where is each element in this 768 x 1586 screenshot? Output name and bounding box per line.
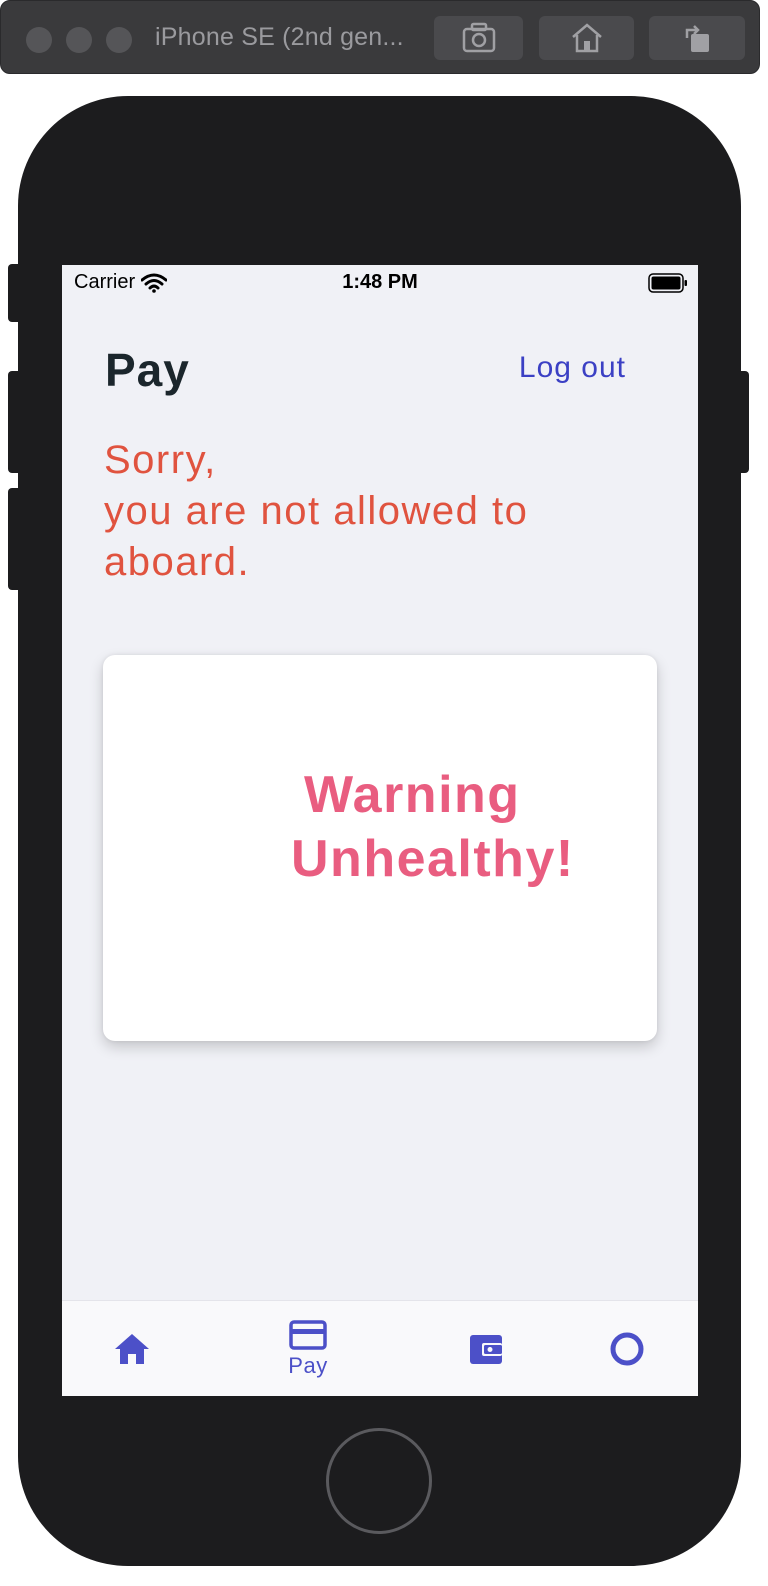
denied-message-line: Sorry, (104, 438, 217, 482)
simulator-toolbar: iPhone SE (2nd gen... (0, 0, 760, 74)
screenshot-button[interactable] (434, 16, 523, 60)
simulator-title: iPhone SE (2nd gen... (155, 23, 404, 51)
window-close-button[interactable] (26, 27, 52, 53)
tab-home[interactable] (92, 1301, 172, 1396)
logout-button[interactable]: Log out (519, 351, 626, 385)
page-title: Pay (105, 344, 190, 396)
warning-subtitle: Unhealthy! (291, 830, 575, 888)
phone-screen: Carrier 1:48 PM Pay Log out Sorry, you a… (62, 265, 698, 1396)
window-zoom-button[interactable] (106, 27, 132, 53)
wallet-icon (470, 1335, 502, 1364)
tab-profile[interactable] (587, 1301, 667, 1396)
warning-card: Warning Unhealthy! (103, 655, 657, 1041)
rotate-button[interactable] (649, 16, 745, 60)
house-icon (571, 23, 602, 53)
home-icon (115, 1334, 149, 1364)
tab-pay[interactable]: Pay (268, 1301, 348, 1396)
warning-title: Warning (304, 766, 521, 824)
circle-icon (610, 1332, 644, 1366)
status-bar: Carrier 1:48 PM (62, 265, 698, 301)
denied-message-line: you are not allowed to (104, 489, 529, 533)
tab-pay-label: Pay (288, 1353, 328, 1378)
window-minimize-button[interactable] (66, 27, 92, 53)
camera-icon (462, 22, 495, 53)
rotate-icon (685, 25, 709, 52)
denied-message-line: aboard. (104, 540, 251, 584)
device-home-button[interactable] (326, 1428, 432, 1534)
home-toolbar-button[interactable] (539, 16, 634, 60)
status-time: 1:48 PM (342, 271, 418, 293)
tab-wallet[interactable] (446, 1301, 526, 1396)
tab-bar: Pay (62, 1300, 698, 1396)
battery-icon (648, 273, 687, 293)
page-header: Pay Log out (62, 337, 698, 397)
denied-message: Sorry, you are not allowed to aboard. (104, 435, 624, 588)
credit-card-icon (289, 1320, 327, 1350)
